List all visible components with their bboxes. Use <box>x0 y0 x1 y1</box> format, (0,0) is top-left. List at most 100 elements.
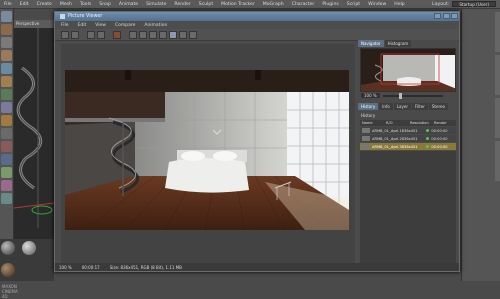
history-name: ARMB_01_dyel.3 <box>372 144 402 149</box>
tab-histogram[interactable]: Histogram <box>384 40 412 47</box>
material-swatch[interactable] <box>1 263 15 277</box>
zoom-slider-knob[interactable] <box>398 92 402 99</box>
rendered-image[interactable] <box>65 70 349 230</box>
maximize-button[interactable] <box>443 13 450 19</box>
history-section-label: History <box>361 113 376 118</box>
workplane-icon[interactable] <box>1 154 12 165</box>
object-mode-icon[interactable] <box>1 76 12 87</box>
window-title: Picture Viewer <box>68 14 103 19</box>
layout-selector: Layout: Startup (User) <box>432 1 496 7</box>
column-name[interactable]: Name <box>360 121 384 125</box>
tab-info[interactable]: Info <box>379 103 393 110</box>
column-resolution[interactable]: Resolution <box>408 121 432 125</box>
stop-render-icon[interactable] <box>97 30 105 39</box>
maxon-logo: MAXON CINEMA 4D <box>2 284 18 299</box>
render-icon[interactable] <box>87 30 95 39</box>
tab-navigator[interactable]: Navigator <box>358 40 384 47</box>
menu-render[interactable]: Render <box>174 2 190 7</box>
polygons-mode-icon[interactable] <box>1 128 12 139</box>
material-swatch[interactable] <box>1 241 15 255</box>
tab-layer[interactable]: Layer <box>393 103 411 110</box>
model-mode-icon[interactable] <box>1 63 12 74</box>
menu-plugins[interactable]: Plugins <box>322 2 338 7</box>
menu-help[interactable]: Help <box>394 2 404 7</box>
tab-filter[interactable]: Filter <box>411 103 428 110</box>
viewer-menu-compare[interactable]: Compare <box>115 23 135 28</box>
menu-character[interactable]: Character <box>292 2 315 7</box>
open-icon[interactable] <box>61 30 69 39</box>
zoom-icon[interactable] <box>159 30 167 39</box>
scale-tool-icon[interactable] <box>1 37 12 48</box>
full-screen-icon[interactable] <box>189 30 197 39</box>
save-icon[interactable] <box>71 30 79 39</box>
zoom-value-field[interactable]: 100 % <box>361 93 380 98</box>
layout-dropdown[interactable]: Startup (User) <box>452 1 496 7</box>
objects-tab[interactable] <box>495 12 500 52</box>
render-status-icon <box>426 145 430 148</box>
menu-script[interactable]: Script <box>347 2 360 7</box>
minimize-button[interactable] <box>434 13 441 19</box>
history-render-time: 00:00:00 <box>431 136 448 141</box>
menu-file[interactable]: File <box>4 2 12 7</box>
tweak-icon[interactable] <box>1 193 12 204</box>
history-resolution: 836x451 <box>401 136 418 141</box>
viewer-menu-view[interactable]: View <box>95 23 106 28</box>
menu-motion-tracker[interactable]: Motion Tracker <box>221 2 255 7</box>
render-thumbnail <box>362 144 370 149</box>
tab-stereo[interactable]: Stereo <box>428 103 448 110</box>
menu-mesh[interactable]: Mesh <box>60 2 72 7</box>
history-render-time: 00:00:00 <box>431 144 448 149</box>
viewer-menu-edit[interactable]: Edit <box>78 23 87 28</box>
attributes-tab[interactable] <box>495 141 500 181</box>
points-mode-icon[interactable] <box>1 102 12 113</box>
menu-simulate[interactable]: Simulate <box>146 2 166 7</box>
tab-history[interactable]: History <box>358 103 379 110</box>
navigator-thumbnail[interactable] <box>360 48 456 92</box>
history-resolution: 836x451 <box>401 144 418 149</box>
content-browser-tab[interactable] <box>495 55 500 95</box>
picture-viewer-icon <box>60 14 65 19</box>
zoom-slider[interactable] <box>382 92 443 99</box>
axis-icon[interactable] <box>1 167 12 178</box>
swap-ab-icon[interactable] <box>139 30 147 39</box>
viewer-menu-animation[interactable]: Animation <box>144 23 167 28</box>
history-row[interactable]: ARMB_01_dyel.2 836x451 00:00:00 <box>360 135 456 142</box>
column-render[interactable]: Render <box>432 121 456 125</box>
material-swatch[interactable] <box>22 241 37 255</box>
navigator-tabs: Navigator Histogram <box>358 40 458 47</box>
soft-selection-icon[interactable] <box>1 180 12 191</box>
status-render-time: 00:00:17 <box>81 264 100 270</box>
status-zoom[interactable]: 100 % <box>59 265 72 270</box>
texture-mode-icon[interactable] <box>1 89 12 100</box>
structure-tab[interactable] <box>495 98 500 138</box>
snap-icon[interactable] <box>1 141 12 152</box>
menu-mograph[interactable]: MoGraph <box>263 2 284 7</box>
channel-alpha-icon[interactable] <box>179 30 187 39</box>
menu-animate[interactable]: Animate <box>119 2 138 7</box>
channel-rgb-icon[interactable] <box>169 30 177 39</box>
menu-edit[interactable]: Edit <box>20 2 29 7</box>
move-tool-icon[interactable] <box>1 24 12 35</box>
menu-create[interactable]: Create <box>37 2 52 7</box>
fit-icon[interactable] <box>149 30 157 39</box>
render-status-icon <box>426 129 430 132</box>
rotate-tool-icon[interactable] <box>1 50 12 61</box>
window-titlebar[interactable]: Picture Viewer <box>55 12 459 21</box>
menu-sculpt[interactable]: Sculpt <box>199 2 213 7</box>
menu-snap[interactable]: Snap <box>99 2 111 7</box>
edges-mode-icon[interactable] <box>1 115 12 126</box>
render-region-icon[interactable] <box>113 30 121 39</box>
layout-label: Layout: <box>432 1 450 7</box>
history-row-selected[interactable]: ARMB_01_dyel.3 836x451 00:00:00 <box>360 143 456 150</box>
render-thumbnail <box>362 136 370 141</box>
ab-compare-icon[interactable] <box>129 30 137 39</box>
navigator-preview <box>361 49 455 91</box>
column-ro[interactable]: R/O <box>384 121 408 125</box>
menu-tools[interactable]: Tools <box>80 2 91 7</box>
history-row[interactable]: ARMB_01_dyel.1 836x451 00:00:00 <box>360 127 456 134</box>
viewer-menu-file[interactable]: File <box>61 23 69 28</box>
undo-icon[interactable] <box>1 11 12 22</box>
close-button[interactable] <box>451 13 458 19</box>
menu-window[interactable]: Window <box>368 2 386 7</box>
viewport-label: Perspective <box>14 20 54 28</box>
